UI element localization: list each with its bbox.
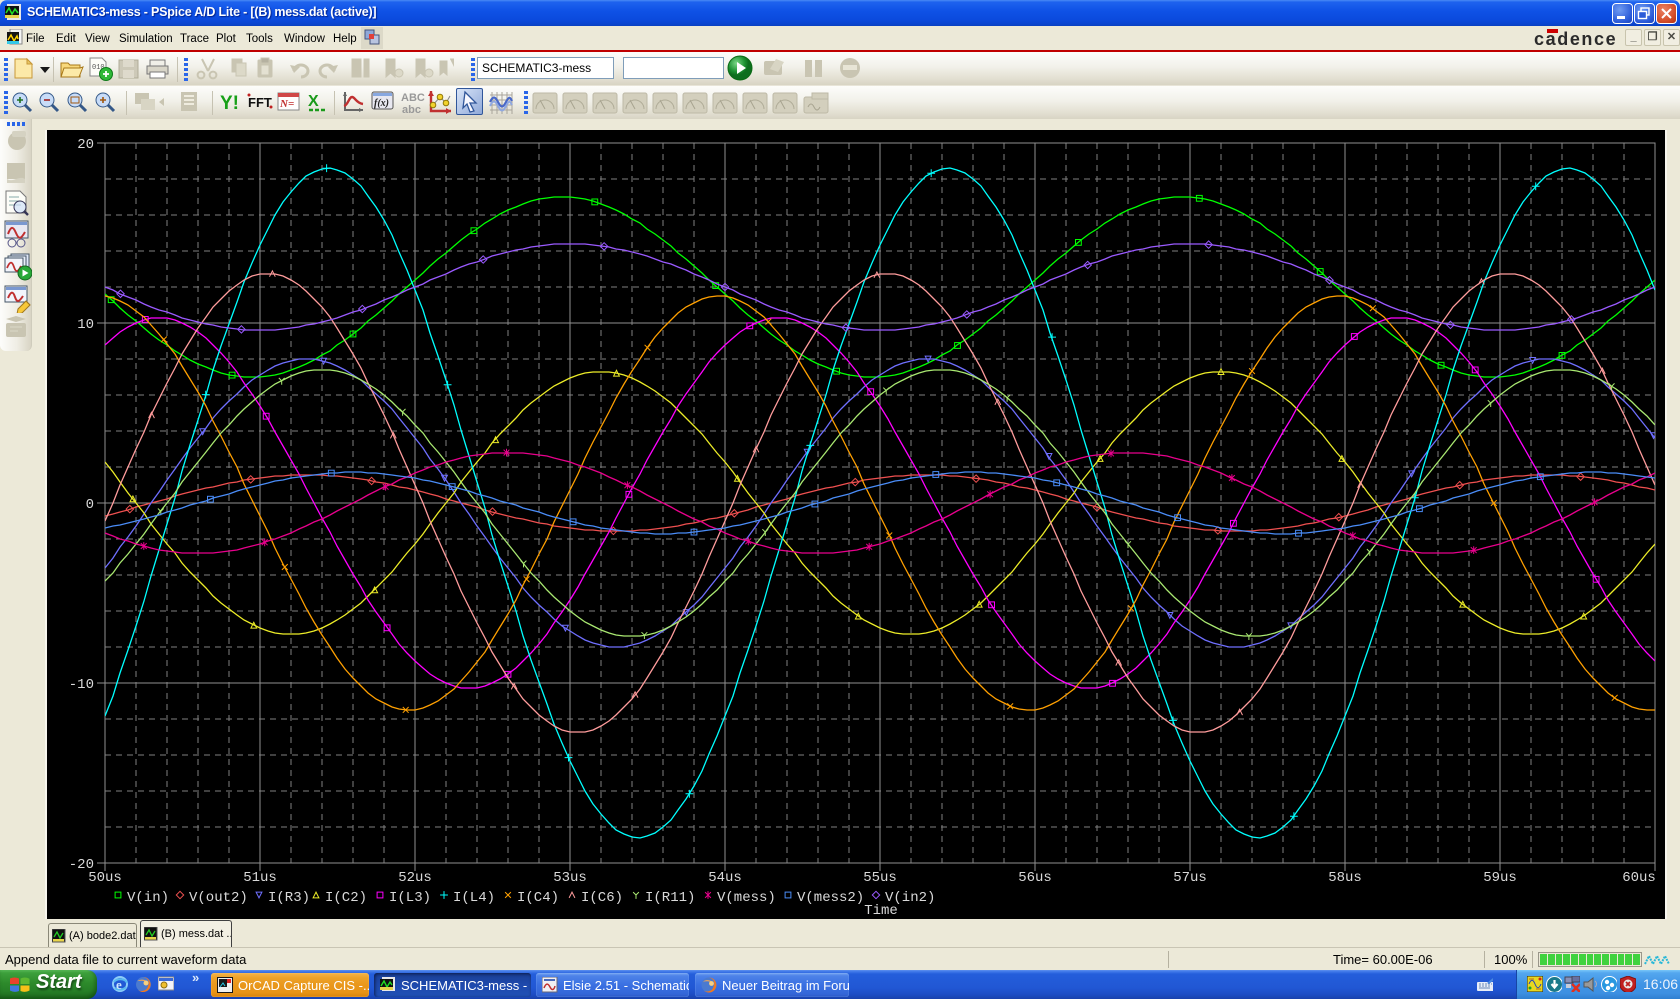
svg-text:50us: 50us — [88, 870, 122, 886]
svg-text:X: X — [308, 93, 319, 110]
svg-text:FFT: FFT — [248, 95, 272, 110]
svg-text:I(L4): I(L4) — [453, 890, 495, 906]
svg-text:I(R11): I(R11) — [645, 890, 695, 906]
svg-text:52us: 52us — [398, 870, 432, 886]
svg-text:54us: 54us — [708, 870, 742, 886]
svg-text:I(R3): I(R3) — [268, 890, 310, 906]
svg-text:10: 10 — [77, 317, 94, 333]
svg-text:0: 0 — [86, 497, 94, 513]
svg-text:f(x): f(x) — [374, 98, 389, 109]
svg-text:20: 20 — [77, 137, 94, 153]
svg-text:N=: N= — [279, 98, 294, 110]
svg-text:I(C6): I(C6) — [581, 890, 623, 906]
svg-text:I(C2): I(C2) — [325, 890, 367, 906]
svg-text:58us: 58us — [1328, 870, 1362, 886]
svg-text:abc: abc — [402, 104, 421, 116]
svg-text:I(L3): I(L3) — [389, 890, 431, 906]
svg-text:55us: 55us — [863, 870, 897, 886]
svg-text:V(mess2): V(mess2) — [797, 890, 864, 906]
svg-text:-10: -10 — [69, 677, 94, 693]
svg-text:57us: 57us — [1173, 870, 1207, 886]
svg-text:60us: 60us — [1622, 870, 1656, 886]
svg-text:59us: 59us — [1483, 870, 1517, 886]
svg-text:ABC: ABC — [401, 92, 425, 104]
svg-text:e: e — [116, 977, 122, 992]
svg-text:53us: 53us — [553, 870, 587, 886]
svg-text:Y!: Y! — [220, 93, 239, 114]
svg-text:V(mess): V(mess) — [717, 890, 776, 906]
svg-text:V(in): V(in) — [127, 890, 169, 906]
svg-text:Time: Time — [864, 903, 898, 919]
svg-text:V(out2): V(out2) — [189, 890, 248, 906]
svg-text:I(C4): I(C4) — [517, 890, 559, 906]
svg-text:56us: 56us — [1018, 870, 1052, 886]
svg-text:51us: 51us — [243, 870, 277, 886]
